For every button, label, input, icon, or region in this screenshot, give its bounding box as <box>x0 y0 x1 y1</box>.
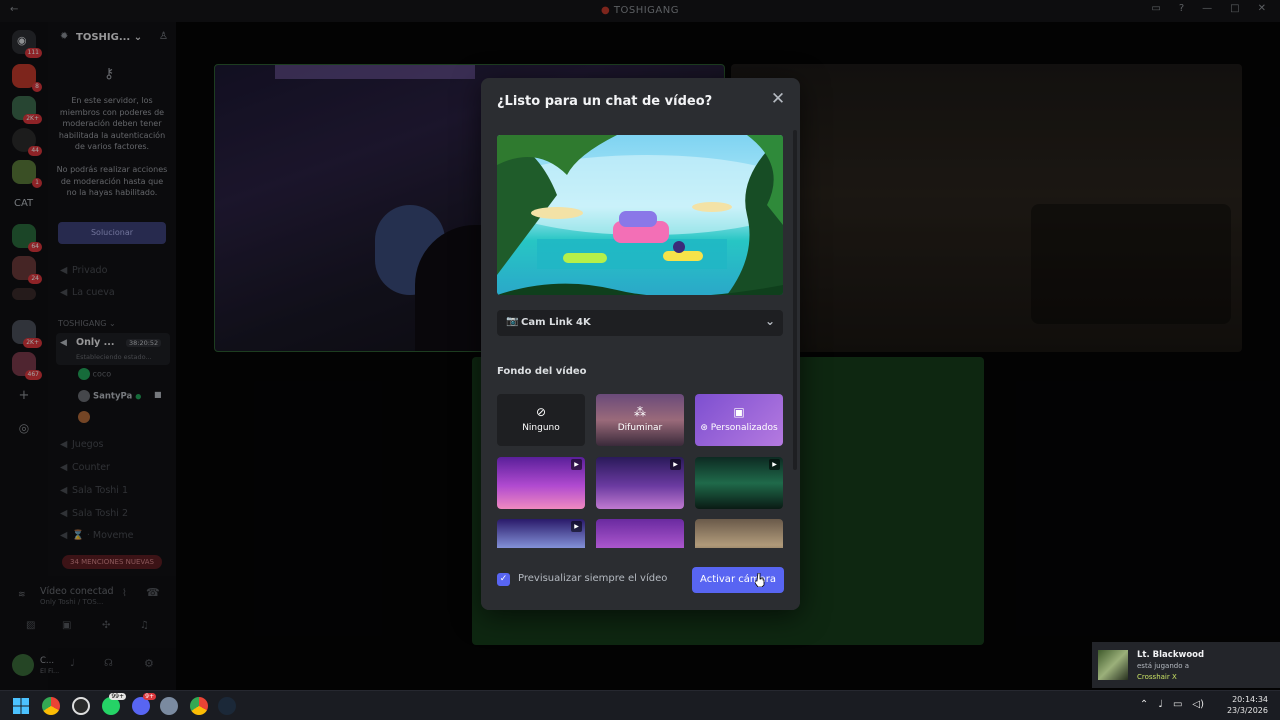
play-icon: ▶ <box>571 521 582 532</box>
tropical-illustration <box>497 135 783 295</box>
volume-icon[interactable]: ◁) <box>1192 699 1204 710</box>
activity-toast[interactable]: Lt. Blackwood está jugando a Crosshair X <box>1092 642 1280 688</box>
blur-icon: ⁂ <box>634 405 646 419</box>
video-chat-modal: ¿Listo para un chat de vídeo? ✕ � <box>481 78 800 610</box>
background-custom-option[interactable]: ▣ ⊛ Personalizados <box>695 394 783 446</box>
close-icon[interactable]: ✕ <box>766 87 790 111</box>
play-icon: ▶ <box>769 459 780 470</box>
option-label: Personalizados <box>710 423 778 433</box>
chevron-down-icon: ⌄ <box>764 314 775 328</box>
whatsapp-icon[interactable]: 99+ <box>102 693 126 715</box>
background-thumbnail[interactable]: ▶ <box>596 457 684 509</box>
clock-date: 23/3/2026 <box>1226 706 1268 715</box>
windows-taskbar: 99+ 9+ ⌃ ♩ ▭ ◁) 20:14:34 23/3/2026 <box>0 690 1280 720</box>
hand-cursor-icon <box>755 573 765 587</box>
camera-select-value: Cam Link 4K <box>521 317 591 328</box>
background-thumbnail[interactable] <box>695 519 783 548</box>
modal-scrollbar-thumb[interactable] <box>793 130 797 470</box>
option-label: Ninguno <box>522 423 560 433</box>
nitro-icon: ⊛ <box>700 423 708 433</box>
toast-game-name: Crosshair X <box>1137 673 1177 681</box>
always-preview-checkbox[interactable]: ✓ <box>497 573 510 586</box>
network-icon[interactable]: ▭ <box>1173 699 1182 710</box>
modal-footer: ✓ Previsualizar siempre el vídeo Activar… <box>481 548 800 610</box>
modal-title: ¿Listo para un chat de vídeo? <box>497 94 713 109</box>
taskbar-badge: 99+ <box>109 693 126 700</box>
background-thumbnail[interactable] <box>596 519 684 548</box>
option-label-wrap: ⊛ Personalizados <box>695 423 783 433</box>
system-clock[interactable]: 20:14:34 23/3/2026 <box>1227 694 1268 716</box>
camera-icon: 📷 <box>506 316 519 327</box>
chevron-up-icon[interactable]: ⌃ <box>1140 699 1148 710</box>
camera-select[interactable]: 📷 Cam Link 4K ⌄ <box>497 310 783 336</box>
discord-icon[interactable]: 9+ <box>132 693 156 715</box>
game-avatar <box>1098 650 1128 680</box>
modal-scroll-area[interactable]: 📷 Cam Link 4K ⌄ Fondo del vídeo ⊘ Ningun… <box>481 130 800 548</box>
chrome-icon[interactable] <box>42 697 60 715</box>
toast-activity-text: está jugando a <box>1137 662 1190 670</box>
background-section-label: Fondo del vídeo <box>497 366 587 377</box>
clock-time: 20:14:34 <box>1232 695 1268 704</box>
steam-icon[interactable] <box>218 697 236 715</box>
background-blur-option[interactable]: ⁂ Difuminar <box>596 394 684 446</box>
background-thumbnail[interactable]: ▶ <box>497 519 585 548</box>
play-icon: ▶ <box>670 459 681 470</box>
system-tray: ⌃ ♩ ▭ ◁) <box>1140 699 1204 710</box>
video-preview-illustration <box>497 135 783 295</box>
always-preview-label[interactable]: Previsualizar siempre el vídeo <box>518 573 667 584</box>
windows-start-icon[interactable] <box>12 697 30 715</box>
activate-camera-button[interactable]: Activar cámara <box>692 567 784 593</box>
toast-username: Lt. Blackwood <box>1137 650 1205 660</box>
obs-icon[interactable] <box>72 697 90 715</box>
taskbar-badge: 9+ <box>143 693 156 700</box>
option-label: Difuminar <box>617 423 663 433</box>
settings-app-icon[interactable] <box>160 697 178 715</box>
prohibited-icon: ⊘ <box>535 405 547 419</box>
chrome-profile-icon[interactable] <box>190 697 208 715</box>
background-thumbnail[interactable]: ▶ <box>695 457 783 509</box>
background-thumbnail[interactable]: ▶ <box>497 457 585 509</box>
play-icon: ▶ <box>571 459 582 470</box>
background-none-option[interactable]: ⊘ Ninguno <box>497 394 585 446</box>
microphone-tray-icon[interactable]: ♩ <box>1158 699 1163 710</box>
image-add-icon: ▣ <box>733 405 745 419</box>
